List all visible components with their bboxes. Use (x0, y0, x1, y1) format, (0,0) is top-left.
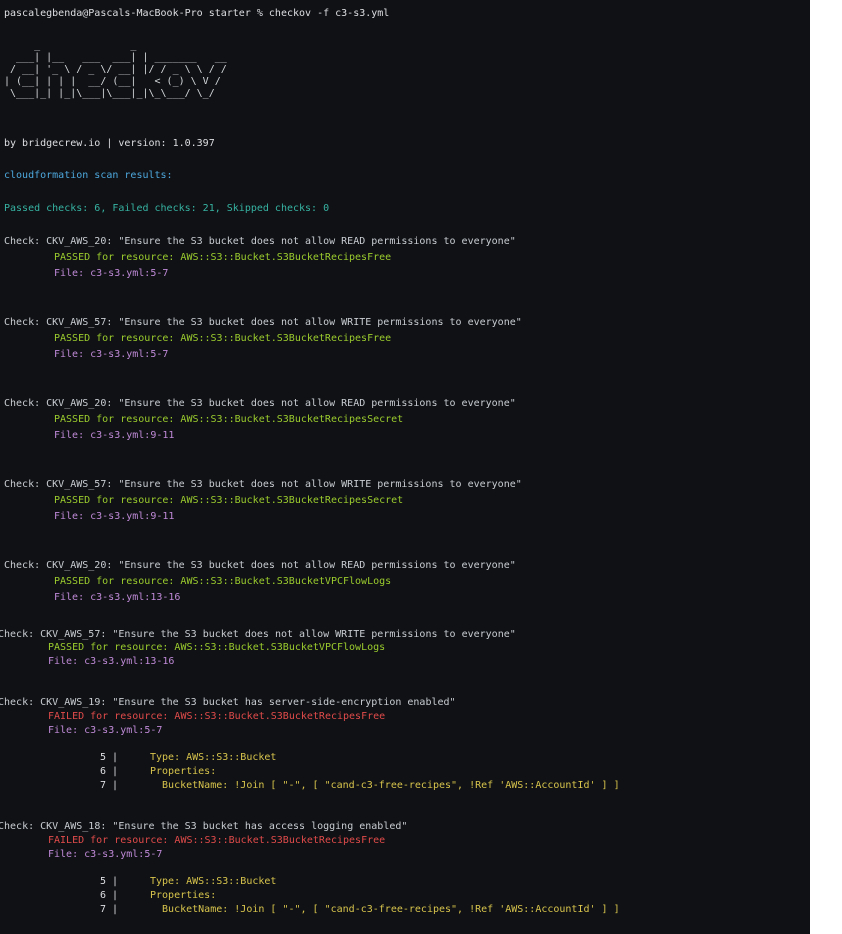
code-line-text: Type: AWS::S3::Bucket (150, 876, 277, 887)
check-line: Check: CKV_AWS_57: "Ensure the S3 bucket… (4, 479, 522, 490)
code-line-number: 5 | (100, 752, 119, 763)
code-line-number: 5 | (100, 876, 119, 887)
check-line: Check: CKV_AWS_19: "Ensure the S3 bucket… (0, 697, 456, 708)
code-line-number: 7 | (100, 780, 119, 791)
check-result-passed: PASSED for resource: AWS::S3::Bucket.S3B… (48, 642, 386, 653)
shell-prompt: pascalegbenda@Pascals-MacBook-Pro starte… (4, 8, 390, 19)
check-result-passed: PASSED for resource: AWS::S3::Bucket.S3B… (54, 414, 404, 425)
check-result-passed: PASSED for resource: AWS::S3::Bucket.S3B… (54, 576, 392, 587)
scan-header: cloudformation scan results: (4, 170, 173, 181)
terminal-window[interactable]: pascalegbenda@Pascals-MacBook-Pro starte… (0, 0, 810, 934)
code-line-text: Properties: (150, 766, 217, 777)
check-file: File: c3-s3.yml:9-11 (54, 430, 175, 441)
check-file: File: c3-s3.yml:5-7 (54, 268, 169, 279)
code-line-text: BucketName: !Join [ "-", [ "cand-c3-free… (150, 904, 620, 915)
version-line: by bridgecrew.io | version: 1.0.397 (4, 138, 215, 149)
check-file: File: c3-s3.yml:9-11 (54, 511, 175, 522)
check-line: Check: CKV_AWS_20: "Ensure the S3 bucket… (4, 560, 516, 571)
code-line-number: 6 | (100, 890, 119, 901)
check-result-failed: FAILED for resource: AWS::S3::Bucket.S3B… (48, 711, 386, 722)
code-line-number: 6 | (100, 766, 119, 777)
code-line-text: Properties: (150, 890, 217, 901)
code-line-number: 7 | (100, 904, 119, 915)
checkov-ascii-logo: _ _ ___| |__ ___ ___| | _______ __ / __|… (4, 40, 227, 99)
check-line: Check: CKV_AWS_57: "Ensure the S3 bucket… (4, 317, 522, 328)
code-line-text: Type: AWS::S3::Bucket (150, 752, 277, 763)
check-file: File: c3-s3.yml:5-7 (54, 349, 169, 360)
check-line: Check: CKV_AWS_18: "Ensure the S3 bucket… (0, 821, 408, 832)
check-line: Check: CKV_AWS_57: "Ensure the S3 bucket… (0, 629, 516, 640)
check-line: Check: CKV_AWS_20: "Ensure the S3 bucket… (4, 398, 516, 409)
check-file: File: c3-s3.yml:5-7 (48, 849, 163, 860)
check-file: File: c3-s3.yml:13-16 (48, 656, 175, 667)
check-file: File: c3-s3.yml:5-7 (48, 725, 163, 736)
check-result-passed: PASSED for resource: AWS::S3::Bucket.S3B… (54, 495, 404, 506)
scan-summary: Passed checks: 6, Failed checks: 21, Ski… (4, 203, 330, 214)
check-result-failed: FAILED for resource: AWS::S3::Bucket.S3B… (48, 835, 386, 846)
code-line-text: BucketName: !Join [ "-", [ "cand-c3-free… (150, 780, 620, 791)
check-result-passed: PASSED for resource: AWS::S3::Bucket.S3B… (54, 252, 392, 263)
check-line: Check: CKV_AWS_20: "Ensure the S3 bucket… (4, 236, 516, 247)
check-file: File: c3-s3.yml:13-16 (54, 592, 181, 603)
check-result-passed: PASSED for resource: AWS::S3::Bucket.S3B… (54, 333, 392, 344)
